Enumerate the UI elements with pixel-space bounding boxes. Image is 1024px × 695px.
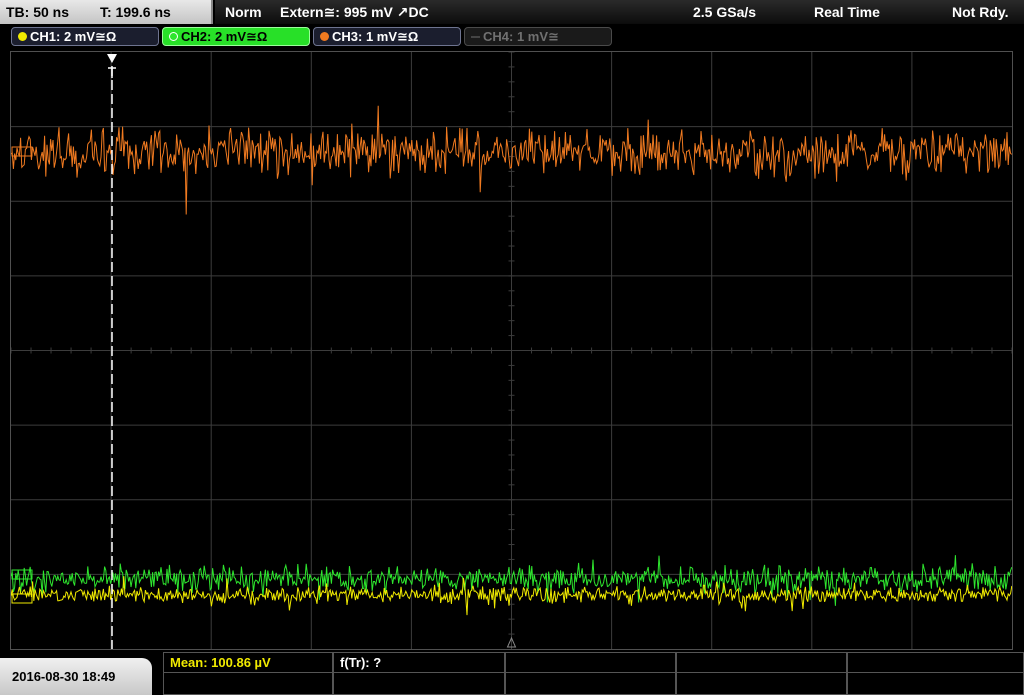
measurement-frequency[interactable]: f(Tr): ? xyxy=(333,652,505,695)
measurement-slot-4[interactable] xyxy=(676,652,847,695)
timebase-label: TB: 50 ns xyxy=(6,4,70,20)
channel-3-button[interactable]: CH3: 1 mV≅Ω xyxy=(313,27,461,46)
measurement-slot-5[interactable] xyxy=(847,652,1024,695)
trigger-time-label: T: 199.6 ns xyxy=(100,4,171,20)
trigger-mode-label[interactable]: Norm xyxy=(225,0,262,24)
channel-indicator-icon xyxy=(320,32,329,41)
timebase-panel[interactable]: TB: 50 ns T: 199.6 ns xyxy=(0,0,213,24)
acquisition-status-bar: Norm Extern≅: 995 mV ↗DC 2.5 GSa/s Real … xyxy=(215,0,1024,24)
channel-1-button[interactable]: CH1: 2 mV≅Ω xyxy=(11,27,159,46)
waveform-display[interactable] xyxy=(10,51,1013,650)
trigger-source-label[interactable]: Extern≅: 995 mV ↗DC xyxy=(280,0,429,24)
channel-bar: CH1: 2 mV≅Ω CH2: 2 mV≅Ω CH3: 1 mV≅Ω CH4:… xyxy=(0,25,1024,50)
measurement-slot-3[interactable] xyxy=(505,652,676,695)
channel-4-button[interactable]: CH4: 1 mV≅ xyxy=(464,27,612,46)
measurement-mean[interactable]: Mean: 100.86 µV xyxy=(163,652,333,695)
trigger-position-icon xyxy=(107,54,117,63)
waveform-plot[interactable] xyxy=(11,52,1012,649)
channel-4-label: CH4: 1 mV≅ xyxy=(483,29,559,44)
channel-3-label: CH3: 1 mV≅Ω xyxy=(332,29,419,44)
channel-indicator-icon xyxy=(169,32,178,41)
top-status-bar: TB: 50 ns T: 199.6 ns Norm Extern≅: 995 … xyxy=(0,0,1024,24)
trigger-t-icon xyxy=(108,67,116,78)
date-time-display[interactable]: 2016-08-30 18:49 xyxy=(0,658,152,695)
sample-rate-label: 2.5 GSa/s xyxy=(693,4,757,20)
channel-2-label: CH2: 2 mV≅Ω xyxy=(181,29,268,44)
channel-indicator-icon xyxy=(471,36,480,38)
channel-2-button[interactable]: CH2: 2 mV≅Ω xyxy=(162,27,310,46)
channel-indicator-icon xyxy=(18,32,27,41)
measurement-divider xyxy=(163,672,1024,673)
ready-status-label: Not Rdy. xyxy=(952,4,1009,20)
acquisition-mode-label[interactable]: Real Time xyxy=(814,0,880,24)
channel-1-label: CH1: 2 mV≅Ω xyxy=(30,29,117,44)
